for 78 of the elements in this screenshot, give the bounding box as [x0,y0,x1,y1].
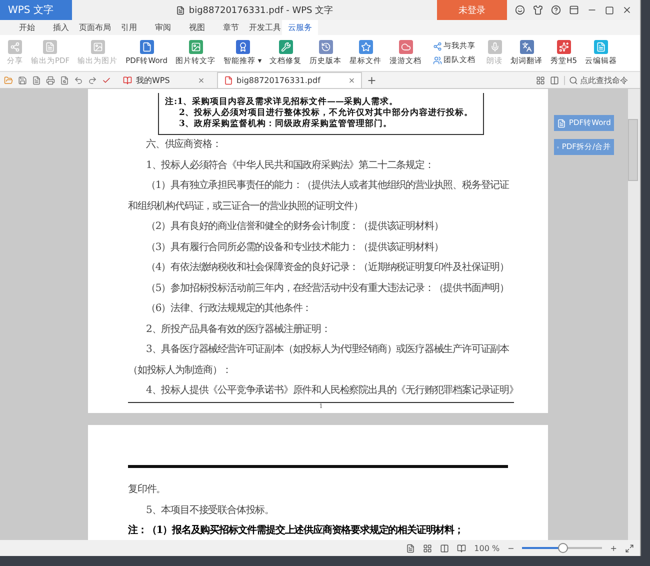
book-icon [123,76,132,85]
share-icon [432,42,442,50]
paragraph-line: （6）法律、行政法规规定的其他条件： [145,302,312,316]
scrollbar[interactable] [628,89,640,540]
paragraph-line: 注：（1）报名及购买招标文件需提交上述供应商资格要求规定的相关证明材料； [128,523,464,538]
document-tab[interactable]: 我的WPS × [116,72,212,88]
fullscreen-icon[interactable] [625,544,634,552]
cloud-icon [398,40,413,54]
paragraph-line: 六、供应商资格： [145,138,222,152]
menu-tab[interactable]: 插入 [44,20,78,35]
note-text: 3、政府采购监督机构：同级政府采购监管管理部门。 [178,119,393,130]
grid-icon[interactable] [423,544,432,552]
wrench-icon [278,40,293,54]
maximize-icon[interactable] [605,6,614,14]
new-tab-button[interactable]: + [367,74,376,86]
tab-label: 我的WPS [136,75,170,86]
menu-tab[interactable]: 视图 [180,20,214,35]
window-pin-icon[interactable] [569,5,579,15]
zoom-out-button[interactable]: − [508,544,514,552]
pdf-file-icon [224,76,233,85]
menu-tab[interactable]: 开发工具 [248,20,282,35]
window-title: big88720176331.pdf - WPS 文字 [188,4,334,16]
translate-icon [520,40,534,54]
close-icon[interactable] [622,5,632,15]
paragraph-line: 复印件。 [128,482,166,497]
paragraph-line: （4）有依法缴纳税收和社会保障资金的良好记录：（近期纳税证明复印件及社保证明） [145,260,509,275]
paragraph-line: 和组织机构代码证，或三证合一的营业执照的证明文件） [128,200,364,214]
columns-icon[interactable] [440,544,450,552]
page-view-icon[interactable] [406,544,416,552]
badge-icon [236,40,250,54]
share-icon [8,40,22,54]
document-tab[interactable]: big88720176331.pdf × [216,72,362,88]
print-icon[interactable] [46,76,55,84]
paragraph-line: （5）参加招标投标活动前三年内，在经营活动中没有重大违法记录：（提供书面声明） [145,282,509,296]
paragraph-line: 1、投标人必须符合《中华人民共和国政府采购法》第二十二条规定： [145,158,434,172]
zoom-slider-thumb[interactable] [558,543,568,553]
menu-tab[interactable]: 审阅 [146,20,180,35]
paragraph-line: （2）具有良好的商业信誉和健全的财务会计制度：（提供该证明材料） [145,220,444,234]
save-icon[interactable] [18,76,27,84]
history-icon [318,40,333,54]
undo-icon[interactable] [74,76,83,84]
paragraph-line: （如投标人为制造商）： [128,364,232,378]
grid-icon[interactable] [536,76,545,84]
note-text: 2、投标人必须对项目进行整体投标，不允许仅对其中部分内容进行投标。 [178,108,474,118]
paragraph-line: 2、所投产品具备有效的医疗器械注册证明： [145,322,330,336]
zoom-in-button[interactable]: + [610,544,617,552]
paragraph-line: （1）具有独立承担民事责任的能力：（提供法人或者其他组织的营业执照、税务登记证 [145,178,509,193]
tab-close-button[interactable]: × [348,76,356,85]
paragraph-line: （3）具有履行合同所必需的设备和专业技术能力：（提供该证明材料） [145,240,444,254]
menu-tab[interactable]: 云服务 [282,20,318,35]
app-menu-button[interactable]: WPS 文字 [0,0,72,20]
sparkle-icon [556,40,571,54]
paragraph-line: 3、具备医疗器械经营许可证副本（如投标人为代理经销商）或医疗器械生产许可证副本 [145,342,509,357]
menu-tab[interactable]: 章节 [214,20,248,35]
star-icon [358,40,373,54]
paragraph-line: 5、本项目不接受联合体投标。 [145,504,274,518]
microphone-icon [488,40,502,54]
image-icon [188,40,203,54]
shirt-icon[interactable] [533,5,543,15]
smiley-icon[interactable] [515,5,525,15]
search-icon [569,76,578,84]
image-icon [90,40,105,54]
tab-close-button[interactable]: × [198,76,205,85]
tab-label: big88720176331.pdf [236,76,320,85]
menu-tab[interactable]: 开始 [10,20,44,35]
note-text: 注:1、采购项目内容及需求详见招标文件——采购人需求。 [165,97,400,108]
redo-icon[interactable] [88,76,97,84]
check-icon[interactable] [102,76,111,84]
book-icon[interactable] [457,544,466,552]
people-icon [432,56,442,64]
preview-icon[interactable] [60,76,69,84]
help-icon[interactable] [551,5,561,15]
menu-tab[interactable]: 引用 [112,20,146,35]
zoom-level: 100 % [474,544,500,552]
paragraph-line: 4、投标人提供《公平竞争承诺书》原件和人民检察院出具的《无行贿犯罪档案记录证明》 [145,384,518,398]
columns-icon[interactable] [550,76,559,84]
command-search-field[interactable]: 点此查找命令 [564,76,636,84]
menu-tab[interactable]: 页面布局 [78,20,112,35]
